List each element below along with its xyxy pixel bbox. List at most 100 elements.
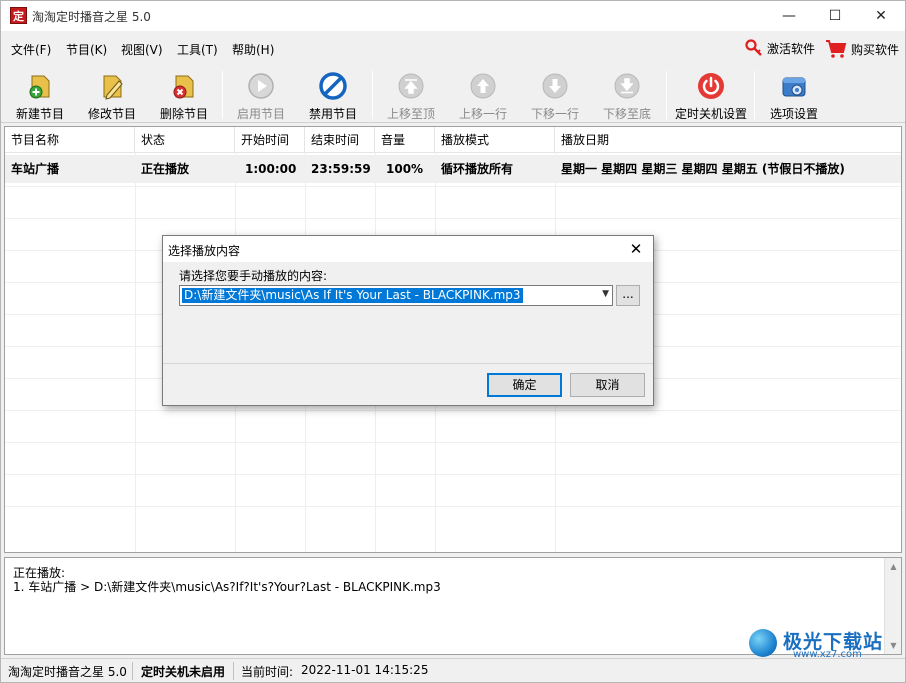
move-up-icon: [470, 73, 496, 99]
enable-program-button[interactable]: 启用节目: [225, 69, 297, 121]
cell-end: 23:59:59: [311, 162, 371, 176]
dialog-title-bar[interactable]: 选择播放内容 ✕: [163, 236, 653, 262]
options-button[interactable]: 选项设置: [758, 69, 830, 121]
menu-view[interactable]: 视图(V): [121, 41, 163, 58]
title-bar[interactable]: 定 淘淘定时播音之星 5.0 — ☐ ✕: [1, 1, 905, 31]
status-bar: 淘淘定时播音之星 5.0 定时关机未启用 当前时间: 2022-11-01 14…: [1, 658, 905, 682]
toolbar-separator: [666, 71, 667, 119]
cell-days: 星期一 星期四 星期三 星期四 星期五 (节假日不播放): [561, 162, 845, 176]
move-top-button[interactable]: 上移至顶: [375, 69, 447, 121]
toolbar-separator: [754, 71, 755, 119]
menu-tools[interactable]: 工具(T): [177, 41, 218, 58]
move-bottom-button[interactable]: 下移至底: [591, 69, 663, 121]
activate-label: 激活软件: [767, 41, 816, 56]
grid-line: [5, 442, 901, 443]
watermark-url: www.xz7.com: [793, 649, 862, 660]
status-separator: [132, 662, 133, 680]
move-up-button[interactable]: 上移一行: [447, 69, 519, 121]
close-button[interactable]: ✕: [858, 1, 904, 31]
status-time-label: 当前时间:: [241, 665, 294, 679]
move-top-label: 上移至顶: [386, 107, 435, 121]
delete-program-button[interactable]: 删除节目: [148, 69, 220, 121]
edit-program-label: 修改节目: [87, 107, 136, 121]
move-up-label: 上移一行: [458, 107, 507, 121]
scroll-up-icon[interactable]: ▲: [885, 558, 902, 575]
content-select[interactable]: D:\新建文件夹\music\As If It's Your Last - BL…: [179, 285, 613, 306]
maximize-button[interactable]: ☐: [812, 1, 858, 31]
column-header-volume[interactable]: 音量: [375, 127, 435, 153]
buy-label: 购买软件: [851, 42, 900, 57]
app-window: 定 淘淘定时播音之星 5.0 — ☐ ✕ 文件(F) 节目(K) 视图(V) 工…: [0, 0, 906, 683]
toolbar-separator: [372, 71, 373, 119]
move-bottom-label: 下移至底: [602, 107, 651, 121]
shutdown-settings-button[interactable]: 定时关机设置: [671, 69, 751, 121]
status-separator: [233, 662, 234, 680]
edit-program-button[interactable]: 修改节目: [76, 69, 148, 121]
edit-program-icon: [103, 75, 123, 100]
dialog-prompt: 请选择您要手动播放的内容:: [179, 269, 328, 283]
disable-program-button[interactable]: 禁用节目: [297, 69, 369, 121]
dialog-close-button[interactable]: ✕: [623, 238, 649, 260]
cell-start: 1:00:00: [245, 162, 297, 176]
options-icon: [782, 77, 806, 97]
minimize-button[interactable]: —: [766, 1, 812, 31]
move-down-label: 下移一行: [530, 107, 579, 121]
delete-program-label: 删除节目: [159, 107, 208, 121]
new-program-label: 新建节目: [15, 107, 64, 121]
grid-line: [135, 153, 136, 552]
new-program-icon: [29, 75, 50, 99]
status-time-value: 2022-11-01 14:15:25: [301, 663, 429, 677]
shutdown-settings-label: 定时关机设置: [674, 107, 747, 121]
browse-button[interactable]: ...: [616, 285, 640, 306]
status-app-name: 淘淘定时播音之星 5.0: [8, 665, 127, 679]
column-header-name[interactable]: 节目名称: [5, 127, 135, 153]
column-header-days[interactable]: 播放日期: [555, 127, 901, 153]
list-header: 节目名称 状态 开始时间 结束时间 音量 播放模式 播放日期: [5, 127, 901, 153]
enable-program-label: 启用节目: [236, 107, 285, 121]
menu-file[interactable]: 文件(F): [11, 41, 51, 58]
cart-icon: [826, 40, 847, 58]
move-down-icon: [542, 73, 568, 99]
watermark-logo-icon: [749, 629, 777, 657]
disable-program-label: 禁用节目: [308, 107, 357, 121]
toolbar-separator: [222, 71, 223, 119]
status-shutdown: 定时关机未启用: [141, 665, 226, 679]
column-header-start[interactable]: 开始时间: [235, 127, 305, 153]
menu-program[interactable]: 节目(K): [66, 41, 107, 58]
move-top-icon: [398, 73, 424, 99]
cell-status: 正在播放: [141, 162, 190, 176]
enable-program-icon: [248, 73, 274, 99]
menu-help[interactable]: 帮助(H): [232, 41, 274, 58]
grid-line: [5, 218, 901, 219]
cancel-button[interactable]: 取消: [570, 373, 645, 397]
chevron-down-icon[interactable]: ▼: [602, 289, 609, 299]
options-label: 选项设置: [769, 107, 818, 121]
menu-bar: 文件(F) 节目(K) 视图(V) 工具(T) 帮助(H) 激活软件 购买软件: [1, 31, 905, 65]
move-bottom-icon: [614, 73, 640, 99]
grid-line: [5, 186, 901, 187]
delete-program-icon: [173, 75, 194, 99]
power-icon: [698, 73, 724, 99]
now-playing-item: 1. 车站广播 > D:\新建文件夹\music\As?If?It's?Your…: [13, 580, 441, 594]
toolbar: 新建节目 修改节目 删除节目 启用节目 禁用节目 上移至顶 上移一行 下移一行 …: [1, 65, 905, 123]
app-logo-icon: 定: [10, 7, 27, 24]
column-header-mode[interactable]: 播放模式: [435, 127, 555, 153]
watermark: 极光下载站 www.xz7.com: [745, 627, 905, 660]
key-icon: [745, 39, 762, 56]
table-row[interactable]: 车站广播 正在播放 1:00:00 23:59:59 100% 循环播放所有 星…: [5, 155, 901, 183]
column-header-status[interactable]: 状态: [135, 127, 235, 153]
ok-button[interactable]: 确定: [487, 373, 562, 397]
grid-line: [5, 506, 901, 507]
dialog-footer: 确定 取消: [163, 365, 653, 405]
column-header-end[interactable]: 结束时间: [305, 127, 375, 153]
cell-name: 车站广播: [11, 162, 60, 176]
new-program-button[interactable]: 新建节目: [4, 69, 76, 121]
buy-software-link[interactable]: 购买软件: [825, 39, 899, 59]
cell-mode: 循环播放所有: [441, 162, 514, 176]
move-down-button[interactable]: 下移一行: [519, 69, 591, 121]
activate-software-link[interactable]: 激活软件: [745, 39, 815, 57]
cell-volume: 100%: [386, 162, 424, 176]
content-select-value: D:\新建文件夹\music\As If It's Your Last - BL…: [182, 288, 523, 303]
grid-line: [5, 410, 901, 411]
window-title: 淘淘定时播音之星 5.0: [32, 10, 151, 24]
